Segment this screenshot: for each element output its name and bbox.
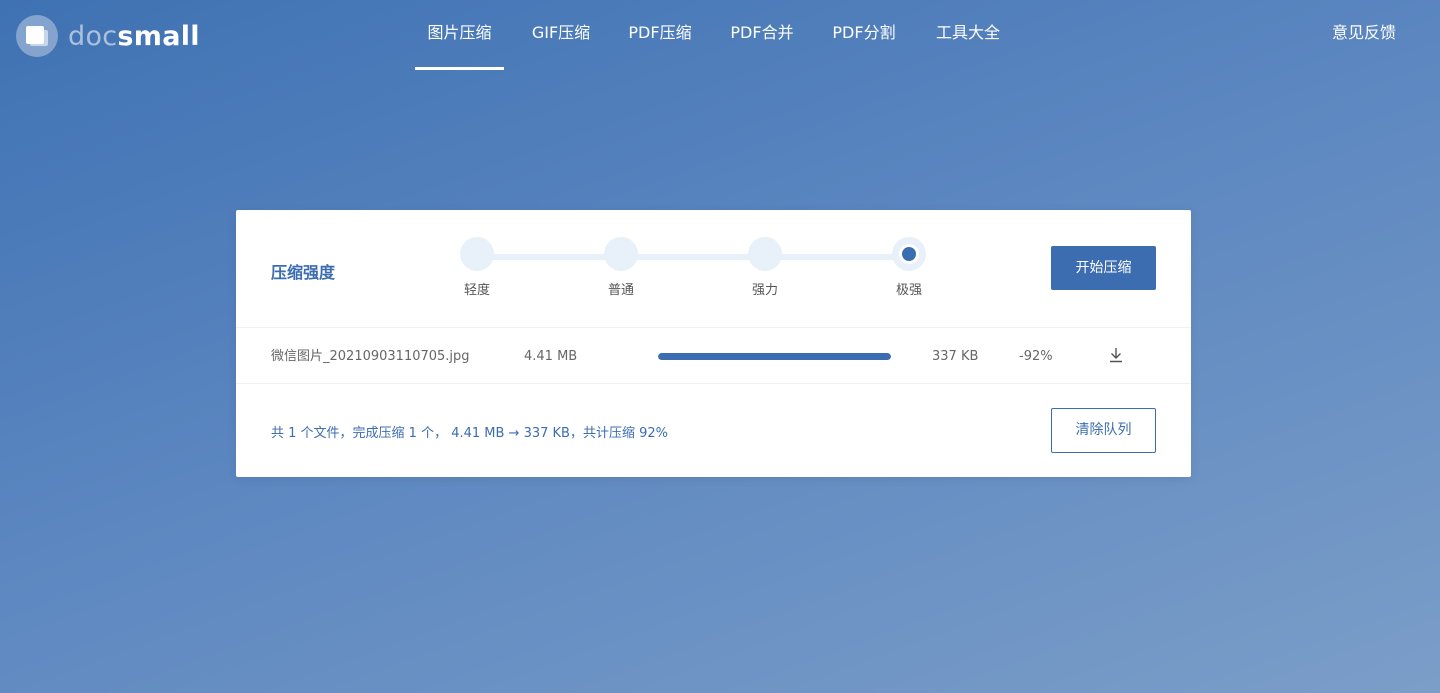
slider-stop-extreme[interactable]: [892, 237, 926, 271]
nav-item-tools[interactable]: 工具大全: [928, 0, 1008, 70]
file-compress-ratio: -92%: [1019, 349, 1053, 364]
file-compressed-size: 337 KB: [932, 349, 979, 364]
nav-item-image-compress[interactable]: 图片压缩: [415, 0, 504, 70]
start-compress-button[interactable]: 开始压缩: [1051, 246, 1156, 290]
slider-track: [477, 254, 909, 260]
slider-stop-light[interactable]: [460, 237, 494, 271]
compress-progress-bar: [658, 353, 891, 360]
main-nav: 图片压缩 GIF压缩 PDF压缩 PDF合并 PDF分割 工具大全 意见反馈: [0, 0, 1440, 70]
summary-text: 共 1 个文件，完成压缩 1 个， 4.41 MB → 337 KB，共计压缩 …: [271, 426, 668, 441]
slider-stop-normal[interactable]: [604, 237, 638, 271]
level-label-normal: 普通: [607, 283, 634, 298]
file-name: 微信图片_20210903110705.jpg: [271, 349, 470, 364]
compression-strength-label: 压缩强度: [271, 263, 336, 282]
level-label-light: 轻度: [463, 283, 490, 298]
feedback-link[interactable]: 意见反馈: [1332, 0, 1396, 66]
nav-item-pdf-compress[interactable]: PDF压缩: [620, 0, 700, 70]
level-label-extreme: 极强: [895, 283, 922, 298]
level-label-strong: 强力: [751, 283, 778, 298]
file-original-size: 4.41 MB: [524, 349, 578, 364]
slider-stop-strong[interactable]: [748, 237, 782, 271]
progress-fill: [658, 353, 891, 360]
file-row: 微信图片_20210903110705.jpg 4.41 MB 337 KB -…: [236, 327, 1191, 384]
compression-strength-slider[interactable]: 轻度 普通 强力 极强: [460, 237, 940, 307]
slider-handle[interactable]: [902, 247, 916, 261]
nav-item-pdf-merge[interactable]: PDF合并: [722, 0, 802, 70]
download-icon[interactable]: [1108, 328, 1126, 385]
clear-queue-button[interactable]: 清除队列: [1051, 408, 1156, 453]
nav-item-pdf-split[interactable]: PDF分割: [824, 0, 904, 70]
nav-item-gif-compress[interactable]: GIF压缩: [521, 0, 601, 70]
compress-panel: 压缩强度 轻度 普通 强力 极强 开始压缩 微信图片_2021090311070…: [236, 210, 1191, 477]
